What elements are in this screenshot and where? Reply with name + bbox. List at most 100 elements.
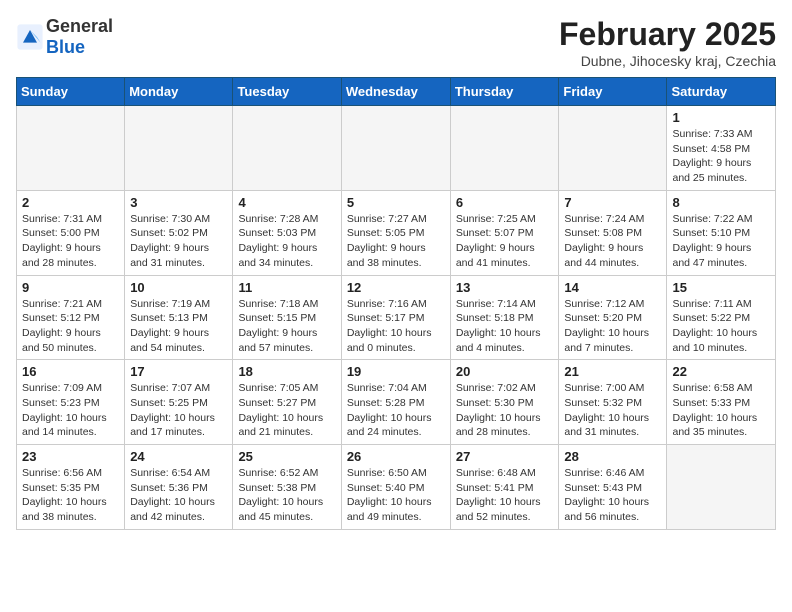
calendar-table: SundayMondayTuesdayWednesdayThursdayFrid…: [16, 77, 776, 530]
calendar-week-row: 1 Sunrise: 7:33 AM Sunset: 4:58 PM Daylig…: [17, 106, 776, 191]
calendar-week-row: 2Sunrise: 7:31 AM Sunset: 5:00 PM Daylig…: [17, 190, 776, 275]
calendar-cell: 15 Sunrise: 7:11 AM Sunset: 5:22 PM Dayli…: [667, 275, 776, 360]
day-info: Sunrise: 7:09 AM Sunset: 5:23 PM Dayligh…: [22, 381, 119, 440]
calendar-cell: 17 Sunrise: 7:07 AM Sunset: 5:25 PM Dayli…: [125, 360, 233, 445]
day-info: Sunrise: 7:33 AM Sunset: 4:58 PM Dayligh…: [672, 127, 770, 186]
calendar-cell: [667, 445, 776, 530]
day-number: 17: [130, 364, 227, 379]
day-number: 13: [456, 280, 554, 295]
day-number: 10: [130, 280, 227, 295]
calendar-cell: 1 Sunrise: 7:33 AM Sunset: 4:58 PM Daylig…: [667, 106, 776, 191]
day-info: Sunrise: 6:50 AM Sunset: 5:40 PM Dayligh…: [347, 466, 445, 525]
day-number: 25: [238, 449, 335, 464]
day-info: Sunrise: 7:12 AM Sunset: 5:20 PM Dayligh…: [564, 297, 661, 356]
calendar-week-row: 23Sunrise: 6:56 AM Sunset: 5:35 PM Dayli…: [17, 445, 776, 530]
day-number: 8: [672, 195, 770, 210]
calendar-week-row: 16 Sunrise: 7:09 AM Sunset: 5:23 PM Dayli…: [17, 360, 776, 445]
day-info: Sunrise: 7:31 AM Sunset: 5:00 PM Dayligh…: [22, 212, 119, 271]
weekday-header-tuesday: Tuesday: [233, 78, 341, 106]
day-number: 28: [564, 449, 661, 464]
calendar-cell: [559, 106, 667, 191]
day-number: 22: [672, 364, 770, 379]
month-title: February 2025: [559, 16, 776, 53]
day-info: Sunrise: 6:48 AM Sunset: 5:41 PM Dayligh…: [456, 466, 554, 525]
day-info: Sunrise: 7:14 AM Sunset: 5:18 PM Dayligh…: [456, 297, 554, 356]
calendar-cell: 25 Sunrise: 6:52 AM Sunset: 5:38 PM Dayli…: [233, 445, 341, 530]
day-info: Sunrise: 6:46 AM Sunset: 5:43 PM Dayligh…: [564, 466, 661, 525]
day-number: 14: [564, 280, 661, 295]
day-number: 16: [22, 364, 119, 379]
day-number: 4: [238, 195, 335, 210]
day-info: Sunrise: 7:18 AM Sunset: 5:15 PM Dayligh…: [238, 297, 335, 356]
calendar-cell: 3 Sunrise: 7:30 AM Sunset: 5:02 PM Daylig…: [125, 190, 233, 275]
day-info: Sunrise: 7:00 AM Sunset: 5:32 PM Dayligh…: [564, 381, 661, 440]
calendar-cell: 19 Sunrise: 7:04 AM Sunset: 5:28 PM Dayli…: [341, 360, 450, 445]
day-number: 21: [564, 364, 661, 379]
day-info: Sunrise: 7:30 AM Sunset: 5:02 PM Dayligh…: [130, 212, 227, 271]
day-number: 18: [238, 364, 335, 379]
day-number: 26: [347, 449, 445, 464]
day-info: Sunrise: 7:05 AM Sunset: 5:27 PM Dayligh…: [238, 381, 335, 440]
day-number: 5: [347, 195, 445, 210]
day-number: 3: [130, 195, 227, 210]
day-number: 20: [456, 364, 554, 379]
calendar-cell: 11Sunrise: 7:18 AM Sunset: 5:15 PM Dayli…: [233, 275, 341, 360]
calendar-cell: 21 Sunrise: 7:00 AM Sunset: 5:32 PM Dayli…: [559, 360, 667, 445]
day-number: 15: [672, 280, 770, 295]
day-number: 9: [22, 280, 119, 295]
calendar-cell: 27 Sunrise: 6:48 AM Sunset: 5:41 PM Dayli…: [450, 445, 559, 530]
day-info: Sunrise: 7:27 AM Sunset: 5:05 PM Dayligh…: [347, 212, 445, 271]
title-block: February 2025 Dubne, Jihocesky kraj, Cze…: [559, 16, 776, 69]
calendar-cell: 4 Sunrise: 7:28 AM Sunset: 5:03 PM Daylig…: [233, 190, 341, 275]
day-info: Sunrise: 7:04 AM Sunset: 5:28 PM Dayligh…: [347, 381, 445, 440]
calendar-cell: 6Sunrise: 7:25 AM Sunset: 5:07 PM Daylig…: [450, 190, 559, 275]
calendar-cell: 24 Sunrise: 6:54 AM Sunset: 5:36 PM Dayli…: [125, 445, 233, 530]
day-info: Sunrise: 7:25 AM Sunset: 5:07 PM Dayligh…: [456, 212, 554, 271]
logo: General Blue: [16, 16, 113, 58]
calendar-cell: 20 Sunrise: 7:02 AM Sunset: 5:30 PM Dayli…: [450, 360, 559, 445]
weekday-header-saturday: Saturday: [667, 78, 776, 106]
calendar-cell: 23Sunrise: 6:56 AM Sunset: 5:35 PM Dayli…: [17, 445, 125, 530]
calendar-cell: [233, 106, 341, 191]
calendar-cell: 9 Sunrise: 7:21 AM Sunset: 5:12 PM Daylig…: [17, 275, 125, 360]
day-info: Sunrise: 6:58 AM Sunset: 5:33 PM Dayligh…: [672, 381, 770, 440]
calendar-cell: 10 Sunrise: 7:19 AM Sunset: 5:13 PM Dayli…: [125, 275, 233, 360]
day-info: Sunrise: 6:56 AM Sunset: 5:35 PM Dayligh…: [22, 466, 119, 525]
day-info: Sunrise: 7:19 AM Sunset: 5:13 PM Dayligh…: [130, 297, 227, 356]
page-header: General Blue February 2025 Dubne, Jihoce…: [16, 16, 776, 69]
day-info: Sunrise: 6:54 AM Sunset: 5:36 PM Dayligh…: [130, 466, 227, 525]
calendar-cell: 26 Sunrise: 6:50 AM Sunset: 5:40 PM Dayli…: [341, 445, 450, 530]
weekday-header-sunday: Sunday: [17, 78, 125, 106]
calendar-cell: 22 Sunrise: 6:58 AM Sunset: 5:33 PM Dayli…: [667, 360, 776, 445]
day-info: Sunrise: 7:21 AM Sunset: 5:12 PM Dayligh…: [22, 297, 119, 356]
weekday-header-thursday: Thursday: [450, 78, 559, 106]
day-info: Sunrise: 7:02 AM Sunset: 5:30 PM Dayligh…: [456, 381, 554, 440]
calendar-cell: 12Sunrise: 7:16 AM Sunset: 5:17 PM Dayli…: [341, 275, 450, 360]
day-info: Sunrise: 7:07 AM Sunset: 5:25 PM Dayligh…: [130, 381, 227, 440]
calendar-cell: 18 Sunrise: 7:05 AM Sunset: 5:27 PM Dayli…: [233, 360, 341, 445]
logo-text-general: General: [46, 16, 113, 36]
logo-text-blue: Blue: [46, 37, 85, 57]
day-number: 7: [564, 195, 661, 210]
calendar-week-row: 9 Sunrise: 7:21 AM Sunset: 5:12 PM Daylig…: [17, 275, 776, 360]
calendar-cell: 16 Sunrise: 7:09 AM Sunset: 5:23 PM Dayli…: [17, 360, 125, 445]
logo-icon: [16, 23, 44, 51]
day-number: 24: [130, 449, 227, 464]
calendar-cell: 8Sunrise: 7:22 AM Sunset: 5:10 PM Daylig…: [667, 190, 776, 275]
day-info: Sunrise: 7:11 AM Sunset: 5:22 PM Dayligh…: [672, 297, 770, 356]
weekday-header-wednesday: Wednesday: [341, 78, 450, 106]
calendar-cell: [17, 106, 125, 191]
day-number: 1: [672, 110, 770, 125]
calendar-cell: [450, 106, 559, 191]
weekday-header-friday: Friday: [559, 78, 667, 106]
weekday-header-monday: Monday: [125, 78, 233, 106]
day-info: Sunrise: 7:28 AM Sunset: 5:03 PM Dayligh…: [238, 212, 335, 271]
calendar-cell: 2Sunrise: 7:31 AM Sunset: 5:00 PM Daylig…: [17, 190, 125, 275]
day-info: Sunrise: 6:52 AM Sunset: 5:38 PM Dayligh…: [238, 466, 335, 525]
day-number: 19: [347, 364, 445, 379]
day-number: 27: [456, 449, 554, 464]
calendar-cell: [341, 106, 450, 191]
calendar-cell: 28 Sunrise: 6:46 AM Sunset: 5:43 PM Dayli…: [559, 445, 667, 530]
calendar-cell: 5 Sunrise: 7:27 AM Sunset: 5:05 PM Daylig…: [341, 190, 450, 275]
calendar-cell: [125, 106, 233, 191]
